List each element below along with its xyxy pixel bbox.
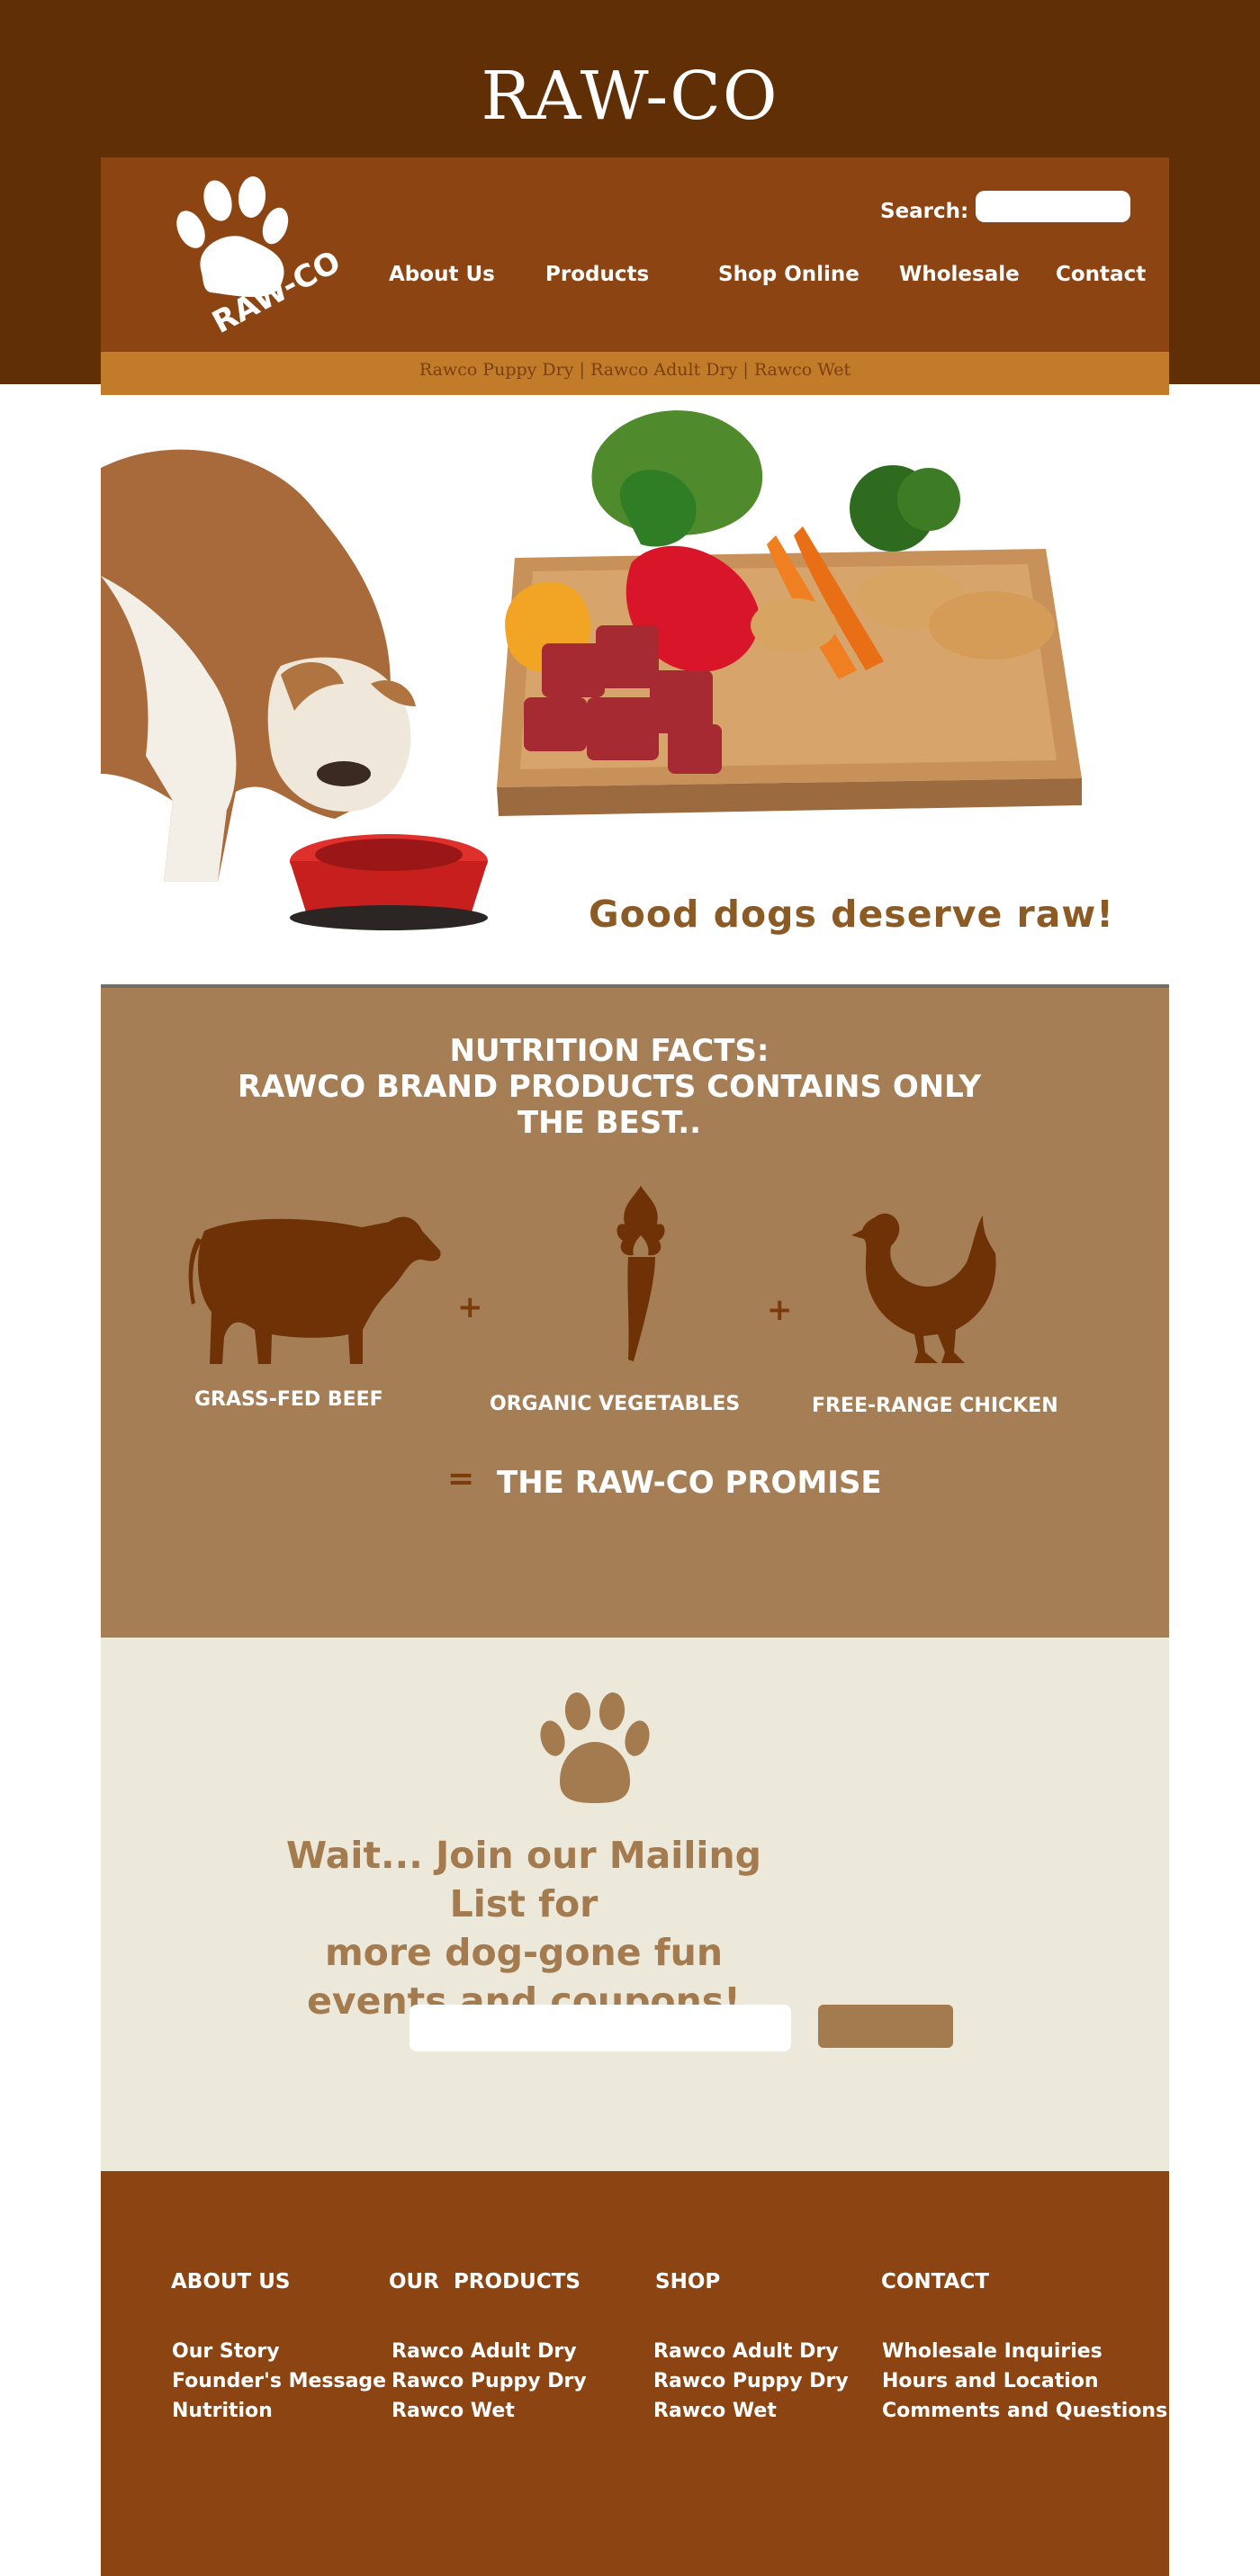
search-input[interactable] (976, 191, 1130, 222)
subnav-bar: Rawco Puppy Dry | Rawco Adult Dry | Rawc… (101, 352, 1169, 395)
footer-links-contact: Wholesale Inquiries Hours and Location C… (882, 2337, 1167, 2426)
footer-link-comments-questions[interactable]: Comments and Questions (882, 2396, 1167, 2426)
footer-heading-contact: CONTACT (881, 2270, 989, 2293)
nutrition-heading-line: RAWCO BRAND PRODUCTS CONTAINS ONLY (237, 1069, 982, 1105)
chicken-icon (851, 1213, 996, 1363)
footer-link-nutrition[interactable]: Nutrition (172, 2396, 386, 2426)
nav-panel: RAW-CO Search: About Us Products Shop On… (101, 157, 1169, 352)
nav-products[interactable]: Products (545, 263, 649, 286)
hero-tagline: Good dogs deserve raw! (589, 893, 1115, 936)
footer-links-products: Rawco Adult Dry Rawco Puppy Dry Rawco We… (392, 2337, 587, 2426)
footer-link-puppy-dry[interactable]: Rawco Puppy Dry (392, 2366, 587, 2396)
nutrition-heading-line: NUTRITION FACTS: (449, 1033, 770, 1069)
paw-icon (540, 1692, 650, 1803)
mailing-heading-line: more dog-gone fun (324, 1931, 724, 1974)
mailing-section: Wait... Join our Mailing List for more d… (101, 1638, 1169, 2172)
footer-link-hours-location[interactable]: Hours and Location (882, 2366, 1167, 2396)
nutrition-heading: NUTRITION FACTS: RAWCO BRAND PRODUCTS CO… (101, 1033, 1118, 1141)
cow-icon (188, 1216, 441, 1364)
footer-link-our-story[interactable]: Our Story (172, 2337, 386, 2366)
site-title: RAW-CO (481, 58, 779, 135)
plus-sign: + (767, 1292, 793, 1328)
footer-heading-products: OUR PRODUCTS (389, 2270, 580, 2293)
footer: ABOUT US OUR PRODUCTS SHOP CONTACT Our S… (101, 2171, 1169, 2576)
footer-link-wholesale-inquiries[interactable]: Wholesale Inquiries (882, 2337, 1167, 2366)
nav-contact[interactable]: Contact (1056, 263, 1146, 286)
subnav-links[interactable]: Rawco Puppy Dry | Rawco Adult Dry | Rawc… (101, 352, 1169, 388)
hero-bulldog-image (101, 449, 488, 930)
footer-link-shop-wet[interactable]: Rawco Wet (653, 2396, 849, 2426)
nutrition-label-beef: GRASS-FED BEEF (194, 1388, 383, 1411)
footer-links-shop: Rawco Adult Dry Rawco Puppy Dry Rawco We… (653, 2337, 849, 2426)
plus-sign: + (457, 1289, 483, 1325)
footer-link-adult-dry[interactable]: Rawco Adult Dry (392, 2337, 587, 2366)
hero-vegetables-board-image (497, 410, 1082, 816)
email-field[interactable] (410, 2005, 791, 2051)
footer-link-wet[interactable]: Rawco Wet (392, 2396, 587, 2426)
footer-heading-about-us: ABOUT US (171, 2270, 291, 2293)
nutrition-heading-line: THE BEST.. (517, 1105, 702, 1141)
footer-link-shop-adult-dry[interactable]: Rawco Adult Dry (653, 2337, 849, 2366)
promise-text: THE RAW-CO PROMISE (497, 1465, 882, 1501)
footer-heading-shop: SHOP (655, 2270, 721, 2293)
mailing-heading: Wait... Join our Mailing List for more d… (281, 1831, 767, 2025)
nav-shop-online[interactable]: Shop Online (718, 263, 860, 286)
subscribe-button[interactable] (818, 2005, 953, 2048)
carrot-icon (616, 1186, 665, 1361)
equals-sign: = (447, 1460, 475, 1497)
logo[interactable]: RAW-CO (166, 174, 373, 345)
hero-section: Good dogs deserve raw! (101, 396, 1169, 985)
nutrition-label-chicken: FREE-RANGE CHICKEN (812, 1395, 1058, 1417)
footer-links-about: Our Story Founder's Message Nutrition (172, 2337, 386, 2426)
nav-wholesale[interactable]: Wholesale (899, 263, 1020, 286)
nutrition-label-vegetables: ORGANIC VEGETABLES (490, 1393, 741, 1415)
mailing-heading-line: Wait... Join our Mailing List for (285, 1834, 762, 1925)
nutrition-section: NUTRITION FACTS: RAWCO BRAND PRODUCTS CO… (101, 984, 1169, 1638)
search-label: Search: (880, 200, 969, 223)
footer-link-founders-message[interactable]: Founder's Message (172, 2366, 386, 2396)
nav-about-us[interactable]: About Us (389, 263, 495, 286)
footer-link-shop-puppy-dry[interactable]: Rawco Puppy Dry (653, 2366, 849, 2396)
